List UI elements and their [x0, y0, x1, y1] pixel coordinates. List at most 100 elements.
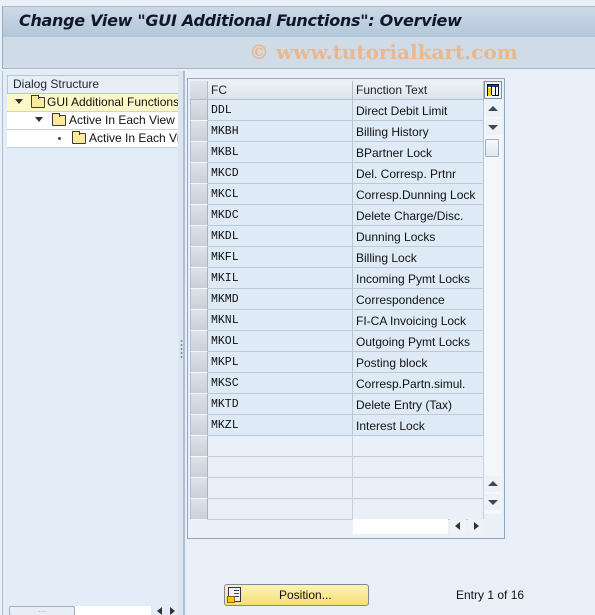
- table-row[interactable]: MKBL BPartner Lock: [190, 142, 484, 163]
- cell-fc[interactable]: [208, 436, 353, 457]
- cell-function-text[interactable]: Direct Debit Limit: [353, 100, 484, 121]
- scroll-thumb[interactable]: [485, 139, 499, 157]
- table-row[interactable]: DDL Direct Debit Limit: [190, 100, 484, 121]
- row-selector-button[interactable]: [190, 289, 208, 310]
- tree-item-active-in-each-view[interactable]: Active In Each View: [7, 112, 182, 130]
- tree-item-active-in-each-view-sub[interactable]: Active In Each View: [7, 130, 182, 148]
- cell-fc[interactable]: MKZL: [208, 415, 353, 436]
- column-header-fc[interactable]: FC: [208, 81, 353, 100]
- scroll-down-top-button[interactable]: [485, 119, 501, 135]
- splitter-grip-icon[interactable]: [180, 339, 183, 359]
- empty-table-row[interactable]: [190, 436, 484, 457]
- cell-function-text[interactable]: Billing Lock: [353, 247, 484, 268]
- empty-table-row[interactable]: [190, 499, 484, 520]
- row-selector-button[interactable]: [190, 415, 208, 436]
- cell-function-text[interactable]: [353, 478, 484, 499]
- row-selector-button[interactable]: [190, 373, 208, 394]
- scroll-thumb[interactable]: ...: [9, 606, 75, 615]
- cell-fc[interactable]: MKTD: [208, 394, 353, 415]
- tree-horizontal-scrollbar[interactable]: ...: [7, 605, 177, 615]
- table-row[interactable]: MKDC Delete Charge/Disc.: [190, 205, 484, 226]
- cell-fc[interactable]: MKIL: [208, 268, 353, 289]
- cell-function-text[interactable]: Delete Entry (Tax): [353, 394, 484, 415]
- cell-function-text[interactable]: FI-CA Invoicing Lock: [353, 310, 484, 331]
- table-row[interactable]: MKIL Incoming Pymt Locks: [190, 268, 484, 289]
- cell-function-text[interactable]: Posting block: [353, 352, 484, 373]
- cell-function-text[interactable]: Dunning Locks: [353, 226, 484, 247]
- table-row[interactable]: MKOL Outgoing Pymt Locks: [190, 331, 484, 352]
- scroll-up-top-button[interactable]: [485, 101, 501, 117]
- table-row[interactable]: MKDL Dunning Locks: [190, 226, 484, 247]
- cell-function-text[interactable]: BPartner Lock: [353, 142, 484, 163]
- row-selector-button[interactable]: [190, 352, 208, 373]
- cell-fc[interactable]: MKPL: [208, 352, 353, 373]
- scroll-left-button[interactable]: [450, 519, 466, 534]
- cell-fc[interactable]: MKOL: [208, 331, 353, 352]
- row-selector-button[interactable]: [190, 184, 208, 205]
- table-row[interactable]: MKSC Corresp.Partn.simul.: [190, 373, 484, 394]
- row-selector-button[interactable]: [190, 100, 208, 121]
- cell-function-text[interactable]: Corresp.Dunning Lock: [353, 184, 484, 205]
- tree-item-gui-additional-functions[interactable]: GUI Additional Functions: [7, 94, 182, 112]
- cell-fc[interactable]: MKMD: [208, 289, 353, 310]
- cell-fc[interactable]: [208, 478, 353, 499]
- row-selector-button[interactable]: [190, 394, 208, 415]
- cell-function-text[interactable]: [353, 457, 484, 478]
- empty-table-row[interactable]: [190, 457, 484, 478]
- cell-function-text[interactable]: Delete Charge/Disc.: [353, 205, 484, 226]
- scroll-track[interactable]: [353, 519, 448, 534]
- cell-fc[interactable]: MKDC: [208, 205, 353, 226]
- row-selector-button[interactable]: [190, 331, 208, 352]
- scroll-up-bottom-button[interactable]: [485, 476, 501, 492]
- row-selector-button[interactable]: [190, 310, 208, 331]
- table-row[interactable]: MKZL Interest Lock: [190, 415, 484, 436]
- position-button[interactable]: Position...: [224, 584, 369, 606]
- cell-function-text[interactable]: Billing History: [353, 121, 484, 142]
- row-selector-button[interactable]: [190, 121, 208, 142]
- row-selector-button[interactable]: [190, 478, 208, 499]
- row-selector-button[interactable]: [190, 457, 208, 478]
- cell-function-text[interactable]: Incoming Pymt Locks: [353, 268, 484, 289]
- row-selector-button[interactable]: [190, 163, 208, 184]
- cell-fc[interactable]: DDL: [208, 100, 353, 121]
- row-selector-button[interactable]: [190, 436, 208, 457]
- cell-fc[interactable]: [208, 457, 353, 478]
- cell-fc[interactable]: MKCD: [208, 163, 353, 184]
- table-vertical-scrollbar[interactable]: [484, 101, 502, 514]
- cell-fc[interactable]: MKBH: [208, 121, 353, 142]
- cell-function-text[interactable]: Corresp.Partn.simul.: [353, 373, 484, 394]
- empty-table-row[interactable]: [190, 478, 484, 499]
- table-row[interactable]: MKTD Delete Entry (Tax): [190, 394, 484, 415]
- table-row[interactable]: MKCD Del. Corresp. Prtnr: [190, 163, 484, 184]
- cell-fc[interactable]: MKSC: [208, 373, 353, 394]
- cell-function-text[interactable]: Correspondence: [353, 289, 484, 310]
- cell-function-text[interactable]: Outgoing Pymt Locks: [353, 331, 484, 352]
- table-row[interactable]: MKNL FI-CA Invoicing Lock: [190, 310, 484, 331]
- cell-fc[interactable]: MKBL: [208, 142, 353, 163]
- column-header-function-text[interactable]: Function Text: [353, 81, 484, 100]
- scroll-left-icon[interactable]: [157, 607, 162, 615]
- expand-arrow-icon[interactable]: [35, 117, 43, 122]
- table-row[interactable]: MKPL Posting block: [190, 352, 484, 373]
- row-selector-button[interactable]: [190, 142, 208, 163]
- table-row[interactable]: MKMD Correspondence: [190, 289, 484, 310]
- scroll-down-bottom-button[interactable]: [485, 494, 501, 510]
- table-row[interactable]: MKCL Corresp.Dunning Lock: [190, 184, 484, 205]
- table-settings-button[interactable]: [484, 81, 502, 99]
- scroll-right-button[interactable]: [468, 519, 484, 534]
- cell-fc[interactable]: MKCL: [208, 184, 353, 205]
- row-selector-button[interactable]: [190, 205, 208, 226]
- cell-fc[interactable]: MKDL: [208, 226, 353, 247]
- row-selector-button[interactable]: [190, 247, 208, 268]
- cell-fc[interactable]: MKNL: [208, 310, 353, 331]
- scroll-track[interactable]: [75, 606, 151, 615]
- table-horizontal-scrollbar[interactable]: [353, 519, 484, 535]
- table-row[interactable]: MKBH Billing History: [190, 121, 484, 142]
- row-selector-button[interactable]: [190, 268, 208, 289]
- expand-arrow-icon[interactable]: [15, 99, 23, 104]
- cell-function-text[interactable]: [353, 499, 484, 520]
- scroll-right-icon[interactable]: [170, 607, 175, 615]
- cell-function-text[interactable]: Del. Corresp. Prtnr: [353, 163, 484, 184]
- cell-fc[interactable]: MKFL: [208, 247, 353, 268]
- cell-function-text[interactable]: Interest Lock: [353, 415, 484, 436]
